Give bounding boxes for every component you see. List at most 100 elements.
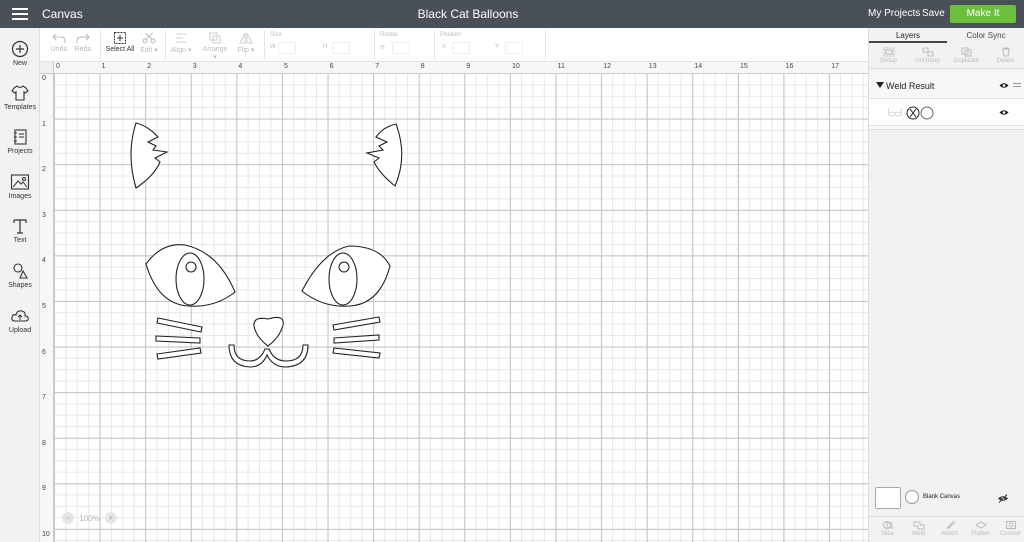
- select-all-button[interactable]: Select All: [105, 32, 135, 53]
- toolbar-divider: [434, 30, 435, 60]
- left-sidebar: New Templates Projects Images Text Shape…: [0, 28, 40, 542]
- tab-color-sync[interactable]: Color Sync: [947, 28, 1024, 43]
- left-whisker-bottom[interactable]: [156, 347, 202, 360]
- trash-icon: [1001, 47, 1010, 57]
- flatten-button[interactable]: Flatten: [965, 520, 996, 537]
- text-button[interactable]: Text: [0, 217, 40, 244]
- position-x-label: X: [442, 44, 447, 50]
- left-ear-shape[interactable]: [130, 122, 169, 189]
- position-y-input[interactable]: [505, 42, 523, 54]
- projects-button[interactable]: Projects: [0, 128, 40, 155]
- mouth-shape[interactable]: [228, 344, 309, 368]
- slice-button[interactable]: Slice: [872, 520, 903, 537]
- chevron-down-icon: ▾: [186, 47, 192, 54]
- chevron-down-icon: ▾: [152, 47, 158, 54]
- left-eye-pupil[interactable]: [175, 252, 205, 306]
- tab-layers[interactable]: Layers: [869, 28, 947, 43]
- eye-hidden-icon[interactable]: [997, 494, 1009, 503]
- size-h-input[interactable]: [332, 42, 350, 54]
- contour-button[interactable]: Contour: [995, 520, 1024, 537]
- edit-dropdown[interactable]: Edit ▾: [138, 32, 160, 54]
- left-whisker-middle[interactable]: [155, 335, 201, 344]
- ungroup-icon: [922, 47, 933, 57]
- drag-handle-icon[interactable]: [1013, 83, 1021, 89]
- position-label: Position: [440, 32, 462, 38]
- duplicate-button[interactable]: Duplicate: [947, 47, 986, 64]
- size-w-input[interactable]: [278, 42, 296, 54]
- redo-button[interactable]: Redo: [73, 32, 93, 53]
- slice-icon: [882, 521, 892, 529]
- group-button[interactable]: Group: [869, 47, 908, 64]
- align-label: Align: [170, 47, 187, 54]
- new-button[interactable]: New: [0, 40, 40, 67]
- shapes-button[interactable]: Shapes: [0, 262, 40, 289]
- templates-button[interactable]: Templates: [0, 84, 40, 111]
- layer-thumbnail-icon: [888, 106, 934, 120]
- new-label: New: [12, 60, 27, 67]
- weld-label: Weld: [911, 531, 926, 537]
- make-it-button[interactable]: Make It: [950, 5, 1016, 23]
- arrange-dropdown[interactable]: Arrange ▾: [200, 32, 230, 61]
- shapes-icon: [13, 263, 28, 279]
- rotate-input[interactable]: [392, 42, 410, 54]
- eye-icon[interactable]: [999, 109, 1009, 116]
- ungroup-button[interactable]: UnGroup: [908, 47, 947, 64]
- toolbar-divider: [374, 30, 375, 60]
- eye-icon[interactable]: [999, 82, 1009, 89]
- flip-label: Flip: [237, 47, 249, 54]
- layer-tools: Group UnGroup Duplicate Delete: [869, 45, 1024, 69]
- notebook-icon: [14, 129, 27, 145]
- toolbar: Undo Redo Select All Edit ▾ Align ▾ Arra…: [40, 28, 868, 62]
- top-bar: Canvas Black Cat Balloons My Projects Sa…: [0, 0, 1024, 28]
- cat-face-design[interactable]: [40, 62, 868, 542]
- right-ear-shape[interactable]: [365, 123, 403, 187]
- toolbar-divider: [264, 30, 265, 60]
- design-canvas[interactable]: 0 1 2 3 4 5 6 7 8 9 10 11 12 13 14 15 16 17 0 1 2 3 4 5 6 7 8 9 10: [40, 62, 868, 542]
- projects-label: Projects: [7, 148, 33, 155]
- upload-label: Upload: [8, 327, 32, 334]
- blank-canvas-label: Blank Canvas: [923, 494, 961, 500]
- right-eye-pupil[interactable]: [328, 252, 358, 306]
- nose-shape[interactable]: [253, 316, 284, 347]
- flatten-label: Flatten: [971, 531, 990, 537]
- toolbar-divider: [165, 30, 166, 60]
- position-x-input[interactable]: [452, 42, 470, 54]
- zoom-out-button[interactable]: −: [62, 512, 74, 524]
- my-projects-link[interactable]: My Projects: [868, 8, 920, 19]
- size-h-label: H: [323, 44, 328, 50]
- canvas-color-swatch[interactable]: [875, 487, 901, 509]
- left-eye-highlight[interactable]: [185, 261, 197, 273]
- delete-button[interactable]: Delete: [986, 47, 1024, 64]
- images-button[interactable]: Images: [0, 173, 40, 200]
- duplicate-label: Duplicate: [953, 58, 979, 64]
- blank-canvas-row[interactable]: Blank Canvas: [869, 484, 1024, 514]
- left-whisker-top[interactable]: [156, 317, 203, 333]
- right-whisker-top[interactable]: [332, 316, 381, 331]
- weld-result-layer[interactable]: Weld Result: [869, 78, 1024, 94]
- scissors-icon: [142, 32, 156, 44]
- align-dropdown[interactable]: Align ▾: [170, 32, 192, 54]
- zoom-in-button[interactable]: +: [104, 512, 117, 524]
- upload-button[interactable]: Upload: [0, 307, 40, 334]
- caret-down-icon[interactable]: [876, 82, 884, 88]
- align-icon: [176, 33, 186, 43]
- group-label: Group: [880, 58, 897, 64]
- delete-label: Delete: [996, 58, 1015, 64]
- shirt-icon: [11, 85, 29, 101]
- ungroup-label: UnGroup: [915, 58, 940, 64]
- right-eye-highlight[interactable]: [338, 261, 350, 273]
- undo-button[interactable]: Undo: [49, 32, 69, 53]
- select-all-icon: [114, 32, 126, 44]
- contour-icon: [1005, 521, 1016, 529]
- attach-button[interactable]: Attach: [934, 520, 965, 537]
- weld-icon: [913, 521, 924, 530]
- right-whisker-bottom[interactable]: [332, 347, 381, 359]
- weld-result-sublayer[interactable]: [869, 98, 1024, 126]
- flip-dropdown[interactable]: Flip ▾: [234, 32, 258, 54]
- plus-circle-icon: [11, 40, 29, 58]
- layers-panel: Layers Color Sync Group UnGroup Duplicat…: [868, 28, 1024, 542]
- right-whisker-middle[interactable]: [333, 334, 380, 344]
- zoom-level: 100%: [79, 513, 100, 523]
- save-button[interactable]: Save: [922, 8, 945, 19]
- weld-button[interactable]: Weld: [903, 520, 934, 537]
